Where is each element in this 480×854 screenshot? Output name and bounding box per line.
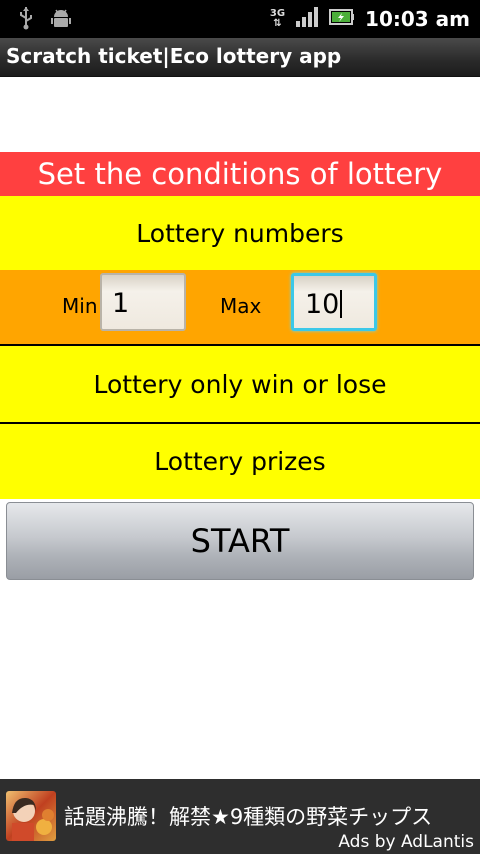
signal-icon [295, 6, 319, 32]
max-label: Max [220, 294, 262, 318]
status-bar: 3G ⇅ 10:03 am [0, 0, 480, 38]
clock: 10:03 am [365, 7, 470, 31]
min-label: Min [62, 294, 98, 318]
number-range-row: Min 1 Max 10 [0, 270, 480, 344]
conditions-header: Set the conditions of lottery [0, 152, 480, 196]
start-button[interactable]: START [6, 502, 474, 580]
battery-charging-icon [329, 7, 355, 31]
lottery-prizes-label: Lottery prizes [154, 447, 326, 476]
lottery-numbers-option[interactable]: Lottery numbers [0, 196, 480, 270]
ad-credit: Ads by AdLantis [338, 832, 474, 852]
title-bar: Scratch ticket|Eco lottery app [0, 38, 480, 77]
min-input[interactable]: 1 [100, 273, 186, 331]
android-debug-icon [50, 7, 72, 33]
win-or-lose-option[interactable]: Lottery only win or lose [0, 346, 480, 422]
max-input[interactable]: 10 [291, 273, 377, 331]
app-title: Scratch ticket|Eco lottery app [6, 44, 342, 68]
lottery-numbers-label: Lottery numbers [136, 218, 344, 248]
win-or-lose-label: Lottery only win or lose [93, 369, 387, 399]
conditions-header-label: Set the conditions of lottery [37, 157, 443, 191]
ad-banner[interactable]: 話題沸騰！解禁★9種類の野菜チップス Ads by AdLantis [0, 779, 480, 854]
max-value: 10 [305, 289, 340, 320]
network-3g-icon: 3G ⇅ [269, 8, 286, 29]
ad-text[interactable]: 話題沸騰！解禁★9種類の野菜チップス [64, 801, 432, 831]
start-button-label: START [190, 522, 290, 560]
text-caret [340, 290, 343, 318]
usb-icon [18, 6, 34, 34]
ad-thumbnail-image[interactable] [6, 791, 56, 841]
lottery-prizes-option[interactable]: Lottery prizes [0, 424, 480, 499]
min-value: 1 [112, 288, 130, 319]
